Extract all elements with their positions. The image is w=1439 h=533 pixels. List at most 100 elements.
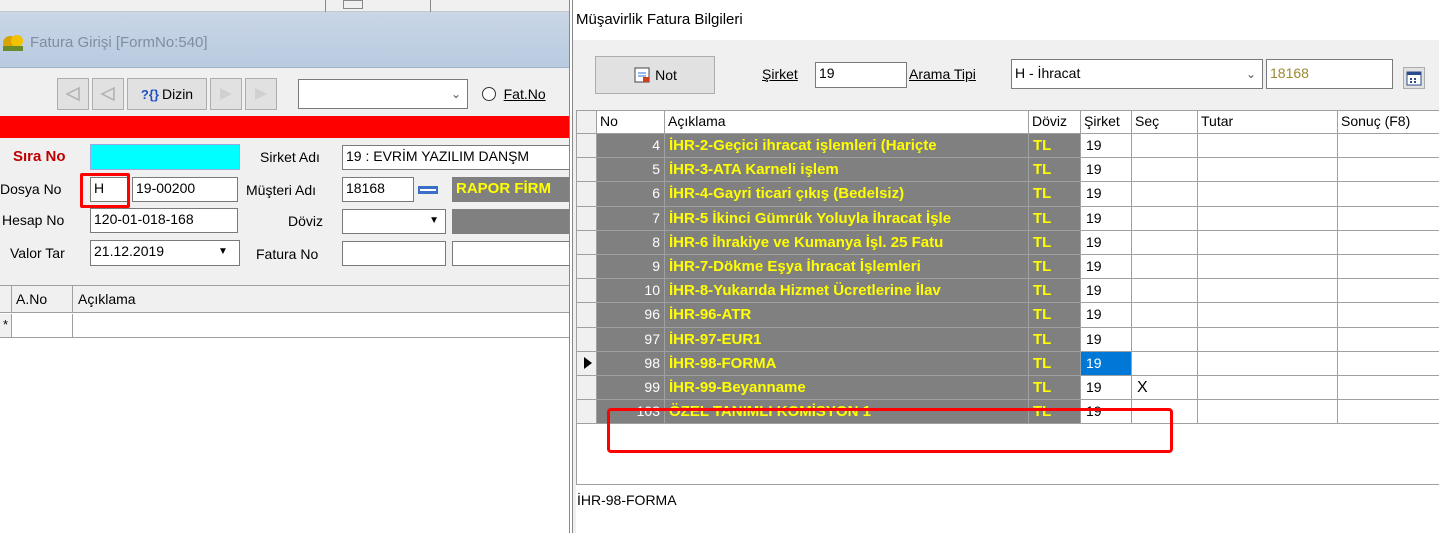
row-sonuc[interactable] [1338,255,1439,280]
musteri-lookup-button[interactable] [416,178,440,202]
row-tutar[interactable] [1198,206,1338,231]
sira-no-label: Sıra No [13,148,66,165]
row-tutar[interactable] [1198,303,1338,328]
table-row[interactable]: 9 İHR-7-Dökme Eşya İhracat İşlemleri TL 19 [577,255,1439,280]
fatura-extra-field[interactable] [452,241,570,266]
row-sec[interactable] [1132,206,1198,231]
row-tutar[interactable] [1198,182,1338,207]
row-sirket[interactable]: 19 [1081,351,1132,376]
arama-tipi-select[interactable]: H - İhracat ⌄ [1011,59,1263,89]
row-sonuc[interactable] [1338,351,1439,376]
table-row[interactable]: 99 İHR-99-Beyanname TL 19 X [577,376,1439,401]
col-header-aciklama[interactable]: Açıklama [78,291,136,307]
new-row[interactable]: * [0,314,570,338]
row-sonuc[interactable] [1338,279,1439,304]
red-status-band [0,116,570,138]
doviz-select[interactable]: ▼ [342,209,446,234]
date-dropdown-icon[interactable]: ▼ [218,246,228,257]
row-aciklama: İHR-6 İhrakiye ve Kumanya İşl. 25 Fatu [665,230,1029,255]
table-row[interactable]: 7 İHR-5 İkinci Gümrük Yoluyla İhracat İşl… [577,206,1439,231]
fatura-no-field[interactable] [342,241,446,266]
row-sirket[interactable]: 19 [1081,158,1132,183]
row-sonuc[interactable] [1338,134,1439,159]
code-field[interactable]: 18168 [1266,59,1393,89]
col-header-doviz[interactable]: Döviz [1029,111,1081,134]
left-grid: A.No Açıklama * [0,285,570,533]
row-sirket[interactable]: 19 [1081,134,1132,159]
first-record-button[interactable] [57,78,89,110]
table-row[interactable]: 98 İHR-98-FORMA TL 19 [577,351,1439,376]
row-sirket[interactable]: 19 [1081,255,1132,280]
dosya-no-field[interactable]: 19-00200 [132,177,238,202]
row-sec[interactable] [1132,134,1198,159]
row-sec[interactable] [1132,303,1198,328]
row-sonuc[interactable] [1338,206,1439,231]
next-record-button[interactable] [210,78,242,110]
table-row[interactable]: 96 İHR-96-ATR TL 19 [577,303,1439,328]
sirket-adi-field[interactable]: 19 : EVRİM YAZILIM DANŞM [342,145,570,170]
row-sec[interactable] [1132,327,1198,352]
row-sirket[interactable]: 19 [1081,303,1132,328]
row-sonuc[interactable] [1338,400,1439,425]
col-header-sonuc[interactable]: Sonuç (F8) [1338,111,1439,134]
prev-record-button[interactable] [92,78,124,110]
table-row[interactable]: 4 İHR-2-Geçici ihracat işlemleri (Hariçte… [577,134,1439,159]
row-aciklama: İHR-7-Dökme Eşya İhracat İşlemleri [665,255,1029,280]
col-header-no[interactable]: No [597,111,665,134]
row-sirket[interactable]: 19 [1081,279,1132,304]
row-tutar[interactable] [1198,351,1338,376]
row-sec[interactable]: X [1132,376,1198,401]
row-sec[interactable] [1132,230,1198,255]
hesap-no-field[interactable]: 120-01-018-168 [90,208,238,233]
calendar-button[interactable] [1403,67,1425,89]
col-header-sirket[interactable]: Şirket [1081,111,1132,134]
row-sirket[interactable]: 19 [1081,376,1132,401]
col-header-ano[interactable]: A.No [16,291,47,307]
memo-area[interactable]: İHR-98-FORMA [576,484,1439,533]
row-sirket[interactable]: 19 [1081,230,1132,255]
row-tutar[interactable] [1198,230,1338,255]
toolbar-dropdown[interactable]: ⌄ [298,79,468,109]
table-row[interactable]: 6 İHR-4-Gayri ticari çıkış (Bedelsiz) TL 19 [577,182,1439,207]
row-sonuc[interactable] [1338,376,1439,401]
row-sec[interactable] [1132,158,1198,183]
col-header-tutar[interactable]: Tutar [1198,111,1338,134]
row-doviz: TL [1029,255,1081,280]
sirket-field[interactable]: 19 [815,62,907,88]
col-header-aciklama[interactable]: Açıklama [665,111,1029,134]
row-tutar[interactable] [1198,400,1338,425]
last-record-button[interactable] [245,78,277,110]
row-no: 6 [597,182,665,207]
musteri-code-field[interactable]: 18168 [342,177,414,202]
row-sonuc[interactable] [1338,230,1439,255]
table-row[interactable]: 8 İHR-6 İhrakiye ve Kumanya İşl. 25 Fatu T… [577,230,1439,255]
row-sonuc[interactable] [1338,158,1439,183]
row-sirket[interactable]: 19 [1081,327,1132,352]
fat-no-radio[interactable]: Fat.No [482,85,570,105]
row-tutar[interactable] [1198,376,1338,401]
row-selector [577,230,597,255]
right-window-title: Müşavirlik Fatura Bilgileri [576,11,743,28]
table-row[interactable]: 10 İHR-8-Yukarıda Hizmet Ücretlerine İlav… [577,279,1439,304]
row-sec[interactable] [1132,255,1198,280]
row-sec[interactable] [1132,351,1198,376]
row-tutar[interactable] [1198,134,1338,159]
row-sirket[interactable]: 19 [1081,206,1132,231]
col-header-sec[interactable]: Seç [1132,111,1198,134]
row-sonuc[interactable] [1338,182,1439,207]
chevron-down-icon: ⌄ [450,87,461,101]
row-sirket[interactable]: 19 [1081,182,1132,207]
not-button[interactable]: Not [595,56,715,94]
row-sonuc[interactable] [1338,327,1439,352]
table-row[interactable]: 5 İHR-3-ATA Karneli işlem TL 19 [577,158,1439,183]
row-tutar[interactable] [1198,158,1338,183]
dizin-button[interactable]: ?{} Dizin [127,78,207,110]
table-row[interactable]: 97 İHR-97-EUR1 TL 19 [577,327,1439,352]
row-sec[interactable] [1132,279,1198,304]
sira-no-field[interactable] [90,144,240,170]
row-tutar[interactable] [1198,327,1338,352]
row-tutar[interactable] [1198,279,1338,304]
row-sec[interactable] [1132,182,1198,207]
row-tutar[interactable] [1198,255,1338,280]
row-sonuc[interactable] [1338,303,1439,328]
